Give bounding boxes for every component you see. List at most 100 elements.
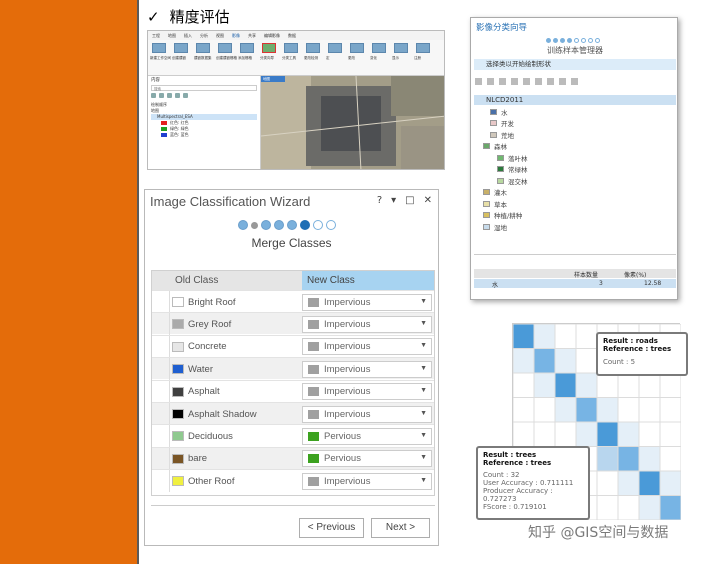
- step-dot[interactable]: [261, 220, 271, 230]
- table-row[interactable]: Other Roof Impervious ▼: [152, 469, 434, 493]
- matrix-cell[interactable]: [512, 421, 535, 447]
- open-icon[interactable]: [547, 78, 554, 85]
- select-icon[interactable]: [183, 93, 188, 98]
- new-class-dropdown[interactable]: Impervious ▼: [302, 472, 432, 490]
- matrix-cell[interactable]: [596, 495, 619, 521]
- new-class-dropdown[interactable]: Impervious ▼: [302, 360, 432, 378]
- matrix-cell[interactable]: [638, 470, 661, 496]
- ribbon-button-icon[interactable]: [152, 43, 166, 53]
- matrix-cell[interactable]: [575, 372, 598, 398]
- matrix-cell[interactable]: [554, 397, 577, 423]
- matrix-cell[interactable]: [638, 495, 661, 521]
- draw-polygon-icon[interactable]: [475, 78, 482, 85]
- step-dot[interactable]: [313, 220, 323, 230]
- row-selector[interactable]: [152, 358, 170, 381]
- step-dot[interactable]: [326, 220, 336, 230]
- dropdown-arrow-icon[interactable]: ▼: [420, 477, 427, 484]
- row-selector[interactable]: [152, 291, 170, 313]
- ribbon-tab[interactable]: 视图: [216, 33, 224, 39]
- row-selector[interactable]: [152, 403, 170, 425]
- matrix-cell[interactable]: [512, 348, 535, 374]
- menu-icon[interactable]: ▾: [391, 195, 396, 206]
- matrix-cell[interactable]: [638, 446, 661, 472]
- new-class-dropdown[interactable]: Impervious ▼: [302, 293, 432, 311]
- row-selector[interactable]: [152, 313, 170, 336]
- ribbon-tab[interactable]: 数据: [288, 33, 296, 39]
- matrix-cell[interactable]: [575, 323, 598, 349]
- draw-circle-icon[interactable]: [499, 78, 506, 85]
- matrix-cell[interactable]: [659, 446, 682, 472]
- table-row[interactable]: Deciduous Pervious ▼: [152, 424, 434, 448]
- matrix-cell[interactable]: [596, 397, 619, 423]
- step-dot[interactable]: [238, 220, 248, 230]
- draw-rect-icon[interactable]: [487, 78, 494, 85]
- table-row[interactable]: Concrete Impervious ▼: [152, 334, 434, 358]
- help-icon[interactable]: ?: [377, 195, 382, 206]
- dropdown-arrow-icon[interactable]: ▼: [420, 298, 427, 305]
- matrix-cell[interactable]: [575, 348, 598, 374]
- matrix-cell[interactable]: [533, 323, 556, 349]
- matrix-cell[interactable]: [596, 372, 619, 398]
- add-icon[interactable]: [559, 78, 566, 85]
- column-header-old-class[interactable]: Old Class: [170, 271, 302, 290]
- sample-table-row[interactable]: 水 3 12.58: [474, 279, 676, 289]
- ribbon-tab[interactable]: 工程: [152, 33, 160, 39]
- schema-root[interactable]: NLCD2011: [474, 95, 676, 105]
- filter-icon[interactable]: [167, 93, 172, 98]
- matrix-cell[interactable]: [554, 421, 577, 447]
- dropdown-arrow-icon[interactable]: ▼: [420, 342, 427, 349]
- map-tab[interactable]: 地图: [261, 76, 285, 82]
- step-dot-current[interactable]: [300, 220, 310, 230]
- matrix-cell[interactable]: [512, 323, 535, 349]
- schema-class[interactable]: 落叶林: [497, 153, 528, 163]
- schema-class[interactable]: 灌木: [483, 188, 507, 197]
- dropdown-arrow-icon[interactable]: ▼: [420, 387, 427, 394]
- ribbon-button-icon[interactable]: [372, 43, 386, 53]
- ribbon-button-icon[interactable]: [394, 43, 408, 53]
- matrix-cell[interactable]: [596, 446, 619, 472]
- matrix-cell[interactable]: [617, 372, 640, 398]
- column-header-new-class[interactable]: New Class: [302, 271, 434, 290]
- next-button[interactable]: Next >: [371, 518, 430, 538]
- ribbon-button-icon[interactable]: [306, 43, 320, 53]
- row-selector[interactable]: [152, 447, 170, 470]
- dropdown-arrow-icon[interactable]: ▼: [420, 454, 427, 461]
- table-row[interactable]: Grey Roof Impervious ▼: [152, 312, 434, 336]
- layer-icon[interactable]: [159, 93, 164, 98]
- step-dot[interactable]: [287, 220, 297, 230]
- matrix-cell[interactable]: [659, 470, 682, 496]
- matrix-cell[interactable]: [638, 372, 661, 398]
- matrix-cell[interactable]: [554, 323, 577, 349]
- dropdown-arrow-icon[interactable]: ▼: [420, 320, 427, 327]
- schema-class[interactable]: 水: [490, 107, 508, 117]
- new-class-dropdown[interactable]: Pervious ▼: [302, 450, 432, 468]
- matrix-cell[interactable]: [659, 421, 682, 447]
- dropdown-arrow-icon[interactable]: ▼: [420, 365, 427, 372]
- table-icon[interactable]: [151, 93, 156, 98]
- close-icon[interactable]: ✕: [424, 195, 432, 206]
- schema-class[interactable]: 常绿林: [497, 165, 528, 174]
- ribbon-tab[interactable]: 插入: [184, 33, 192, 39]
- matrix-cell[interactable]: [638, 421, 661, 447]
- row-selector[interactable]: [152, 335, 170, 358]
- ribbon-tab[interactable]: 编辑影像: [264, 33, 280, 39]
- ribbon-button-icon[interactable]: [350, 43, 364, 53]
- segment-icon[interactable]: [523, 78, 530, 85]
- remove-icon[interactable]: [571, 78, 578, 85]
- row-selector[interactable]: [152, 425, 170, 448]
- ribbon-button-icon[interactable]: [196, 43, 210, 53]
- matrix-cell[interactable]: [575, 397, 598, 423]
- ribbon-button-icon[interactable]: [240, 43, 254, 53]
- schema-class[interactable]: 湿地: [483, 222, 507, 232]
- ribbon-button-icon[interactable]: [416, 43, 430, 53]
- matrix-cell[interactable]: [617, 397, 640, 423]
- matrix-cell[interactable]: [617, 470, 640, 496]
- step-dot[interactable]: [274, 220, 284, 230]
- matrix-cell[interactable]: [617, 421, 640, 447]
- ribbon-button-icon[interactable]: [262, 43, 276, 53]
- schema-class[interactable]: 混交林: [497, 176, 528, 186]
- row-selector[interactable]: [152, 380, 170, 403]
- matrix-cell[interactable]: [554, 348, 577, 374]
- matrix-cell[interactable]: [659, 397, 682, 423]
- table-row[interactable]: Water Impervious ▼: [152, 357, 434, 381]
